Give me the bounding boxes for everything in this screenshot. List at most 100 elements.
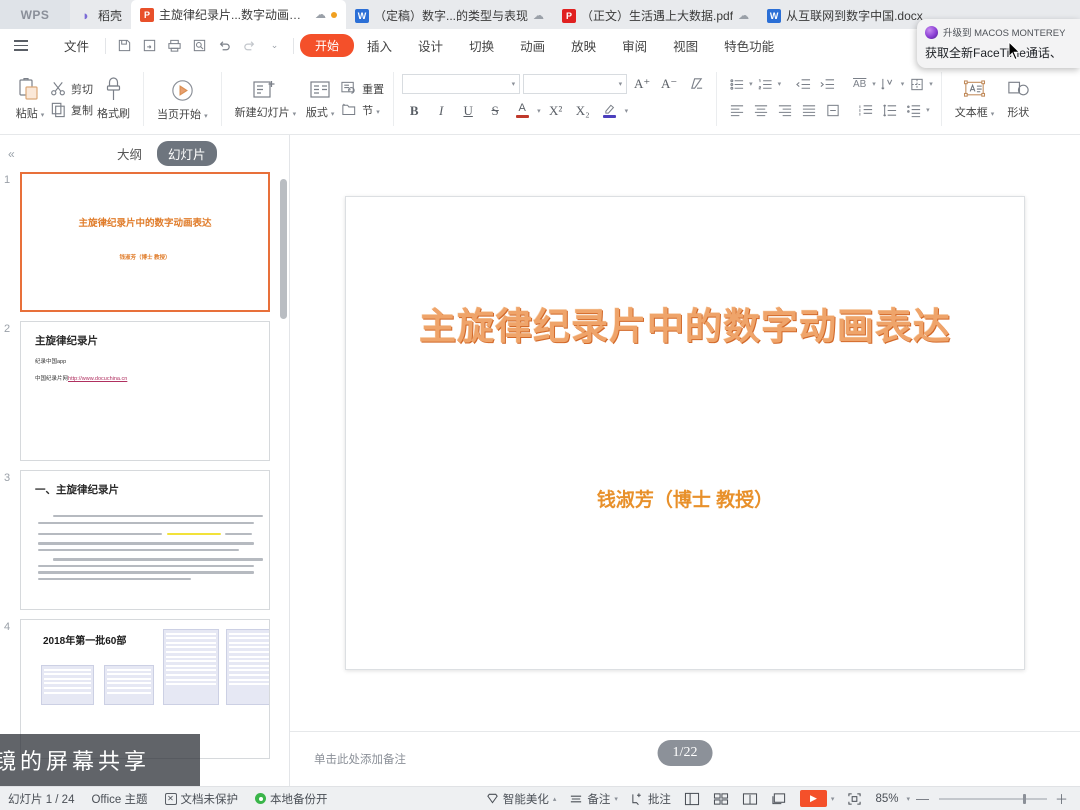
superscript-button[interactable]: X² — [544, 100, 568, 122]
main-menu-icon[interactable] — [8, 34, 34, 58]
zoom-in-button[interactable]: ＋ — [1051, 789, 1072, 808]
print-preview-icon[interactable] — [187, 34, 212, 58]
align-right-icon[interactable] — [773, 100, 796, 121]
thumbnail-item-1[interactable]: 1 主旋律纪录片中的数字动画表达 钱淑芳（博士 教授） — [20, 172, 289, 312]
copy-button[interactable]: 复制 — [50, 101, 93, 118]
numbered-list-chevron-down-icon[interactable]: ▾ — [778, 80, 782, 88]
strikethrough-button[interactable]: S — [483, 100, 507, 122]
textbox-button[interactable]: 文本框 ▾ — [951, 66, 999, 132]
reset-button[interactable]: 重置 — [340, 80, 384, 97]
font-color-chevron-down-icon[interactable]: ▾ — [537, 107, 541, 115]
zoom-slider-handle[interactable] — [1023, 794, 1026, 804]
thumbnail-item-2[interactable]: 2 主旋律纪录片 纪录中国app 中国纪录片网http://www.docuch… — [20, 321, 289, 461]
ribbon-tab-slideshow[interactable]: 放映 — [558, 33, 609, 58]
save-as-cloud-icon[interactable] — [137, 34, 162, 58]
print-icon[interactable] — [162, 34, 187, 58]
slide-thumbnail[interactable]: 主旋律纪录片中的数字动画表达 钱淑芳（博士 教授） — [20, 172, 270, 312]
customize-quick-access-icon[interactable]: ⌄ — [262, 34, 287, 58]
view-normal-button[interactable] — [684, 792, 700, 806]
clear-formatting-icon[interactable] — [684, 73, 708, 95]
start-from-current-page-button[interactable]: 当页开始 ▾ — [153, 66, 212, 132]
smart-beautify-button[interactable]: 智能美化 ▴ — [486, 791, 557, 807]
ribbon-tab-features[interactable]: 特色功能 — [711, 33, 787, 58]
bullet-list-chevron-down-icon[interactable]: ▾ — [749, 80, 753, 88]
thumbnail-list[interactable]: 1 主旋律纪录片中的数字动画表达 钱淑芳（博士 教授） 2 主旋律纪录片 纪录中… — [0, 172, 289, 786]
local-backup-status[interactable]: 本地备份开 — [255, 791, 328, 807]
ribbon-tab-animation[interactable]: 动画 — [507, 33, 558, 58]
shape-button[interactable]: 形状 — [998, 66, 1038, 132]
align-center-icon[interactable] — [749, 100, 772, 121]
ribbon-tab-review[interactable]: 审阅 — [609, 33, 660, 58]
fit-to-window-button[interactable] — [847, 792, 862, 806]
redo-icon[interactable] — [237, 34, 262, 58]
current-slide[interactable]: 主旋律纪录片中的数字动画表达 钱淑芳（博士 教授） — [345, 196, 1025, 670]
slide-counter[interactable]: 幻灯片 1 / 24 — [8, 791, 74, 807]
paragraph-spacing-icon[interactable] — [902, 100, 925, 121]
zoom-out-button[interactable]: — — [912, 791, 933, 806]
align-text-chevron-down-icon[interactable]: ▾ — [901, 80, 905, 88]
subscript-button[interactable]: X₂ — [571, 100, 595, 122]
thumbnail-item-3[interactable]: 3 一、主旋律纪录片 — [20, 470, 289, 610]
layout-button[interactable]: 版式 ▾ — [300, 66, 340, 132]
underline-button[interactable]: U — [456, 100, 480, 122]
slide-thumbnail[interactable]: 主旋律纪录片 纪录中国app 中国纪录片网http://www.docuchin… — [20, 321, 270, 461]
notes-pane[interactable]: 单击此处添加备注 1/22 — [290, 731, 1080, 786]
slide-title[interactable]: 主旋律纪录片中的数字动画表达 — [346, 296, 1024, 350]
highlight-chevron-down-icon[interactable]: ▾ — [625, 107, 629, 115]
columns-icon[interactable] — [854, 100, 877, 121]
ribbon-tab-view[interactable]: 视图 — [660, 33, 711, 58]
convert-smartart-chevron-down-icon[interactable]: ▾ — [929, 80, 933, 88]
text-direction-icon[interactable]: AB — [848, 74, 871, 95]
zoom-level-label[interactable]: 85% — [875, 793, 898, 805]
font-color-button[interactable]: A — [510, 100, 534, 122]
increase-font-size-button[interactable]: A⁺ — [630, 73, 654, 95]
thumb-hyperlink[interactable]: http://www.docuchina.cn — [68, 376, 127, 382]
slide-master-button[interactable] — [771, 792, 787, 806]
align-text-icon[interactable] — [877, 74, 900, 95]
ribbon-tab-insert[interactable]: 插入 — [354, 33, 405, 58]
tab-daoke[interactable]: ◗ 稻壳 — [70, 2, 131, 29]
view-slide-sorter-button[interactable] — [713, 792, 729, 806]
font-size-select[interactable]: ▾ — [523, 74, 627, 94]
ribbon-tab-transition[interactable]: 切换 — [456, 33, 507, 58]
play-slideshow-button[interactable]: ▶ ▾ — [800, 790, 835, 807]
chevron-up-icon[interactable]: ▴ — [553, 795, 557, 803]
bold-button[interactable]: B — [402, 100, 426, 122]
bullet-list-icon[interactable] — [725, 74, 748, 95]
slide-thumbnail[interactable]: 一、主旋律纪录片 — [20, 470, 270, 610]
wps-home-button[interactable]: WPS — [0, 0, 70, 29]
numbered-list-icon[interactable] — [754, 74, 777, 95]
tab-doc-dinggao[interactable]: W （定稿）数字...的类型与表现 ☁ — [346, 2, 553, 29]
view-reading-button[interactable] — [742, 792, 758, 806]
tab-doc-internet[interactable]: W 从互联网到数字中国.docx — [758, 2, 932, 29]
decrease-font-size-button[interactable]: A⁻ — [657, 73, 681, 95]
document-protection-status[interactable]: ✕ 文档未保护 — [165, 791, 239, 807]
slide-author[interactable]: 钱淑芳（博士 教授） — [346, 485, 1024, 512]
notes-toggle-button[interactable]: 备注 ▾ — [569, 791, 618, 807]
italic-button[interactable]: I — [429, 100, 453, 122]
theme-name[interactable]: Office 主题 — [91, 791, 147, 807]
paragraph-spacing-chevron-down-icon[interactable]: ▾ — [926, 106, 930, 114]
convert-smartart-icon[interactable] — [905, 74, 928, 95]
highlight-button[interactable] — [598, 100, 622, 122]
collapse-panel-icon[interactable]: « — [8, 147, 22, 161]
decrease-indent-icon[interactable] — [791, 74, 814, 95]
tab-outline[interactable]: 大纲 — [106, 141, 153, 166]
paste-button[interactable]: 粘贴 ▾ — [10, 66, 50, 132]
tab-slides[interactable]: 幻灯片 — [157, 141, 217, 166]
format-painter-button[interactable]: 格式刷 — [93, 66, 134, 132]
slide-canvas[interactable]: 主旋律纪录片中的数字动画表达 钱淑芳（博士 教授） — [290, 135, 1080, 731]
font-name-select[interactable]: ▾ — [402, 74, 520, 94]
new-slide-button[interactable]: 新建幻灯片 ▾ — [231, 66, 301, 132]
chevron-down-icon[interactable]: ▾ — [614, 795, 618, 803]
text-direction-chevron-down-icon[interactable]: ▾ — [872, 80, 876, 88]
undo-icon[interactable] — [212, 34, 237, 58]
save-icon[interactable] — [112, 34, 137, 58]
tab-pdf-zhengwen[interactable]: P （正文）生活遇上大数据.pdf ☁ — [553, 2, 758, 29]
play-chevron-down-icon[interactable]: ▾ — [831, 795, 835, 803]
zoom-preset-chevron-down-icon[interactable]: ▾ — [906, 795, 910, 803]
section-button[interactable]: 节 ▾ — [340, 101, 384, 118]
comment-button[interactable]: 批注 — [631, 791, 671, 807]
cut-button[interactable]: 剪切 — [50, 80, 93, 97]
thumbnail-scrollbar[interactable] — [280, 179, 287, 319]
